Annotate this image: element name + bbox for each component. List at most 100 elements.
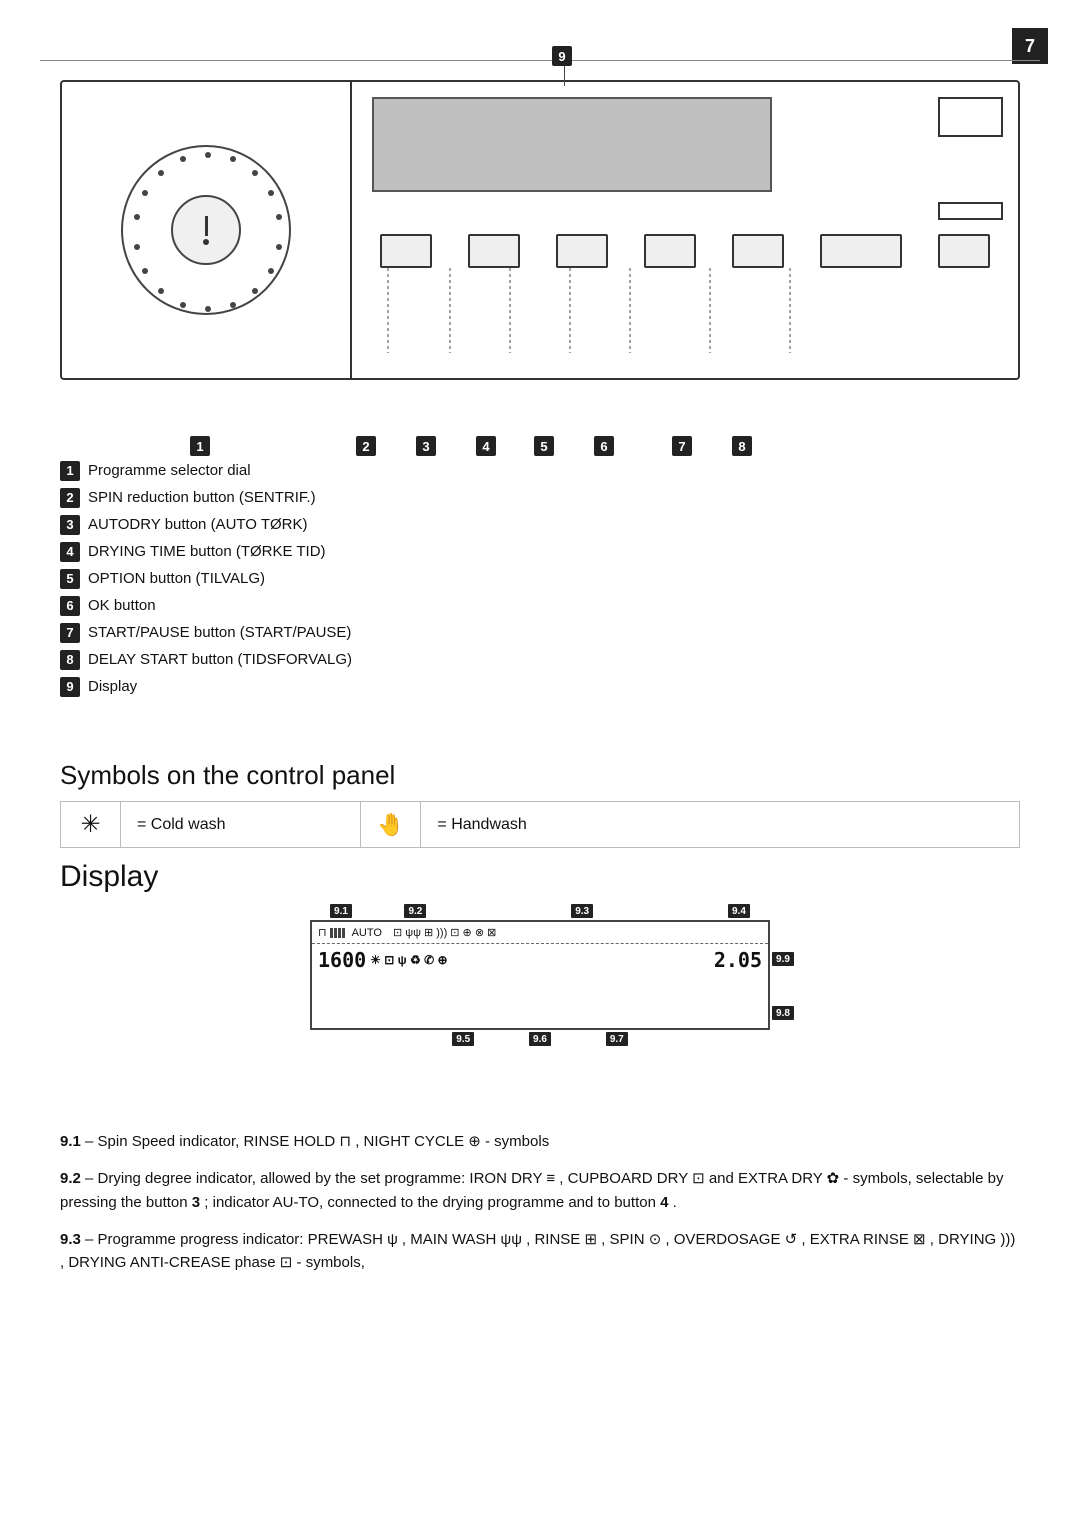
dial-container: [121, 145, 291, 315]
cold-wash-label: = Cold wash: [121, 802, 361, 848]
legend-badge-8: 8: [60, 650, 80, 670]
symbols-section: Symbols on the control panel ✳ = Cold wa…: [60, 760, 1020, 848]
badge-9: 9: [552, 46, 572, 66]
vert-lines-svg: [352, 268, 1018, 358]
legend-item-4: 4 DRYING TIME button (TØRKE TID): [60, 541, 1020, 562]
display-speed: 1600: [318, 948, 366, 972]
num9-label: 9: [552, 46, 576, 86]
small-rect-mid: [938, 202, 1003, 220]
legend-badge-7: 7: [60, 623, 80, 643]
legend-text-6: OK button: [88, 595, 156, 616]
legend-badge-6: 6: [60, 596, 80, 616]
sub-badge-9-4: 9.4: [728, 904, 750, 918]
button-6[interactable]: [732, 234, 784, 268]
display-diag-inner: ⊓ AUTO ⊡ ψψ ⊞ ))) ⊡ ⊕ ⊗ ⊠ 1600 ☀ ⊡ ψ ♻ ✆…: [310, 920, 770, 1030]
legend-badge-2: 2: [60, 488, 80, 508]
sub-badge-9-9: 9.9: [772, 952, 794, 966]
desc-9-2-btn: 3: [192, 1194, 200, 1211]
desc-9-3: 9.3 – Programme progress indicator: PREW…: [60, 1228, 1020, 1275]
legend-item-1: 1 Programme selector dial: [60, 460, 1020, 481]
icon-bars: [330, 928, 345, 938]
small-btn-topright: [938, 97, 1003, 137]
label-7: 7: [672, 436, 696, 456]
legend-badge-1: 1: [60, 461, 80, 481]
badge-6: 6: [594, 436, 614, 456]
legend-text-8: DELAY START button (TIDSFORVALG): [88, 649, 352, 670]
badge-4: 4: [476, 436, 496, 456]
sub-badge-9-6: 9.6: [529, 1032, 551, 1046]
display-section: Display 9.1 9.2 9.3 9.4 ⊓ AUTO: [60, 860, 1020, 1046]
badge-8: 8: [732, 436, 752, 456]
sub-badge-9-3: 9.3: [571, 904, 593, 918]
control-right-section: 9: [352, 82, 1018, 378]
button-5[interactable]: [644, 234, 696, 268]
page-number: 7: [1012, 28, 1048, 64]
display-diagram-wrapper: 9.1 9.2 9.3 9.4 ⊓ AUTO ⊡ ψψ ⊞ ))) ⊡ ⊕ ⊗ …: [310, 904, 770, 1046]
legend-item-8: 8 DELAY START button (TIDSFORVALG): [60, 649, 1020, 670]
legend-text-3: AUTODRY button (AUTO TØRK): [88, 514, 308, 535]
label-6: 6: [594, 436, 618, 456]
display-icons-top: ⊡ ψψ ⊞ ))) ⊡ ⊕ ⊗ ⊠: [393, 926, 496, 939]
desc-9-1-bold: 9.1: [60, 1133, 81, 1150]
legend-text-5: OPTION button (TILVALG): [88, 568, 265, 589]
control-panel-diagram: 9: [60, 80, 1020, 410]
sub-badge-9-5: 9.5: [452, 1032, 474, 1046]
desc-9-3-bold: 9.3: [60, 1231, 81, 1248]
display-bottom-row: 1600 ☀ ⊡ ψ ♻ ✆ ⊕ 2.05: [312, 944, 768, 976]
handwash-label: = Handwash: [421, 802, 1020, 848]
desc-9-1-text: – Spin Speed indicator, RINSE HOLD ⊓ , N…: [85, 1133, 549, 1150]
spacer3: [357, 1032, 397, 1046]
dial-ring: [121, 145, 291, 315]
legend-item-2: 2 SPIN reduction button (SENTRIF.): [60, 487, 1020, 508]
desc-9-2-bold: 9.2: [60, 1170, 81, 1187]
top-rule: [40, 60, 1040, 61]
legend-item-3: 3 AUTODRY button (AUTO TØRK): [60, 514, 1020, 535]
sub-labels-top-row: 9.1 9.2 9.3 9.4: [310, 904, 770, 918]
legend-badge-3: 3: [60, 515, 80, 535]
panel-border: 9: [60, 80, 1020, 380]
symbol-cold-wash-icon: ✳: [61, 802, 121, 848]
legend-text-2: SPIN reduction button (SENTRIF.): [88, 487, 316, 508]
label-3: 3: [416, 436, 440, 456]
desc-9-2: 9.2 – Drying degree indicator, allowed b…: [60, 1167, 1020, 1214]
sub-badge-9-8: 9.8: [772, 1006, 794, 1020]
legend-text-7: START/PAUSE button (START/PAUSE): [88, 622, 351, 643]
legend-section: 1 Programme selector dial 2 SPIN reducti…: [60, 460, 1020, 703]
button-2[interactable]: [380, 234, 432, 268]
symbols-table: ✳ = Cold wash 🤚 = Handwash: [60, 801, 1020, 848]
desc-9-2-text2: ; indicator AU-TO, connected to the dryi…: [200, 1194, 660, 1211]
sub-badge-9-7: 9.7: [606, 1032, 628, 1046]
sub-badge-9-1: 9.1: [330, 904, 352, 918]
legend-badge-9: 9: [60, 677, 80, 697]
dial-section: [62, 82, 352, 378]
button-4[interactable]: [556, 234, 608, 268]
legend-item-7: 7 START/PAUSE button (START/PAUSE): [60, 622, 1020, 643]
display-top-row: ⊓ AUTO ⊡ ψψ ⊞ ))) ⊡ ⊕ ⊗ ⊠: [312, 922, 768, 944]
legend-text-1: Programme selector dial: [88, 460, 251, 481]
display-box: [372, 97, 772, 192]
badge-7: 7: [672, 436, 692, 456]
badge-2: 2: [356, 436, 376, 456]
descriptions-section: 9.1 – Spin Speed indicator, RINSE HOLD ⊓…: [60, 1130, 1020, 1288]
display-icons-bottom: ☀ ⊡ ψ ♻ ✆ ⊕: [370, 953, 447, 967]
sub-labels-bottom-row: 9.5 9.6 9.7: [310, 1032, 770, 1046]
legend-text-4: DRYING TIME button (TØRKE TID): [88, 541, 326, 562]
button-8[interactable]: [938, 234, 990, 268]
label-1: 1: [190, 436, 214, 456]
legend-badge-4: 4: [60, 542, 80, 562]
display-heading: Display: [60, 860, 1020, 894]
button-3[interactable]: [468, 234, 520, 268]
auto-label: AUTO: [352, 927, 382, 939]
buttons-row: [352, 234, 1018, 268]
badge-3: 3: [416, 436, 436, 456]
button-7[interactable]: [820, 234, 902, 268]
legend-item-5: 5 OPTION button (TILVALG): [60, 568, 1020, 589]
label-2: 2: [356, 436, 380, 456]
vert-line-9: [564, 66, 565, 86]
label-8: 8: [732, 436, 756, 456]
desc-9-3-text: – Programme progress indicator: PREWASH …: [60, 1231, 1015, 1271]
legend-item-9: 9 Display: [60, 676, 1020, 697]
badge-1: 1: [190, 436, 210, 456]
desc-9-1: 9.1 – Spin Speed indicator, RINSE HOLD ⊓…: [60, 1130, 1020, 1153]
badge-5: 5: [534, 436, 554, 456]
